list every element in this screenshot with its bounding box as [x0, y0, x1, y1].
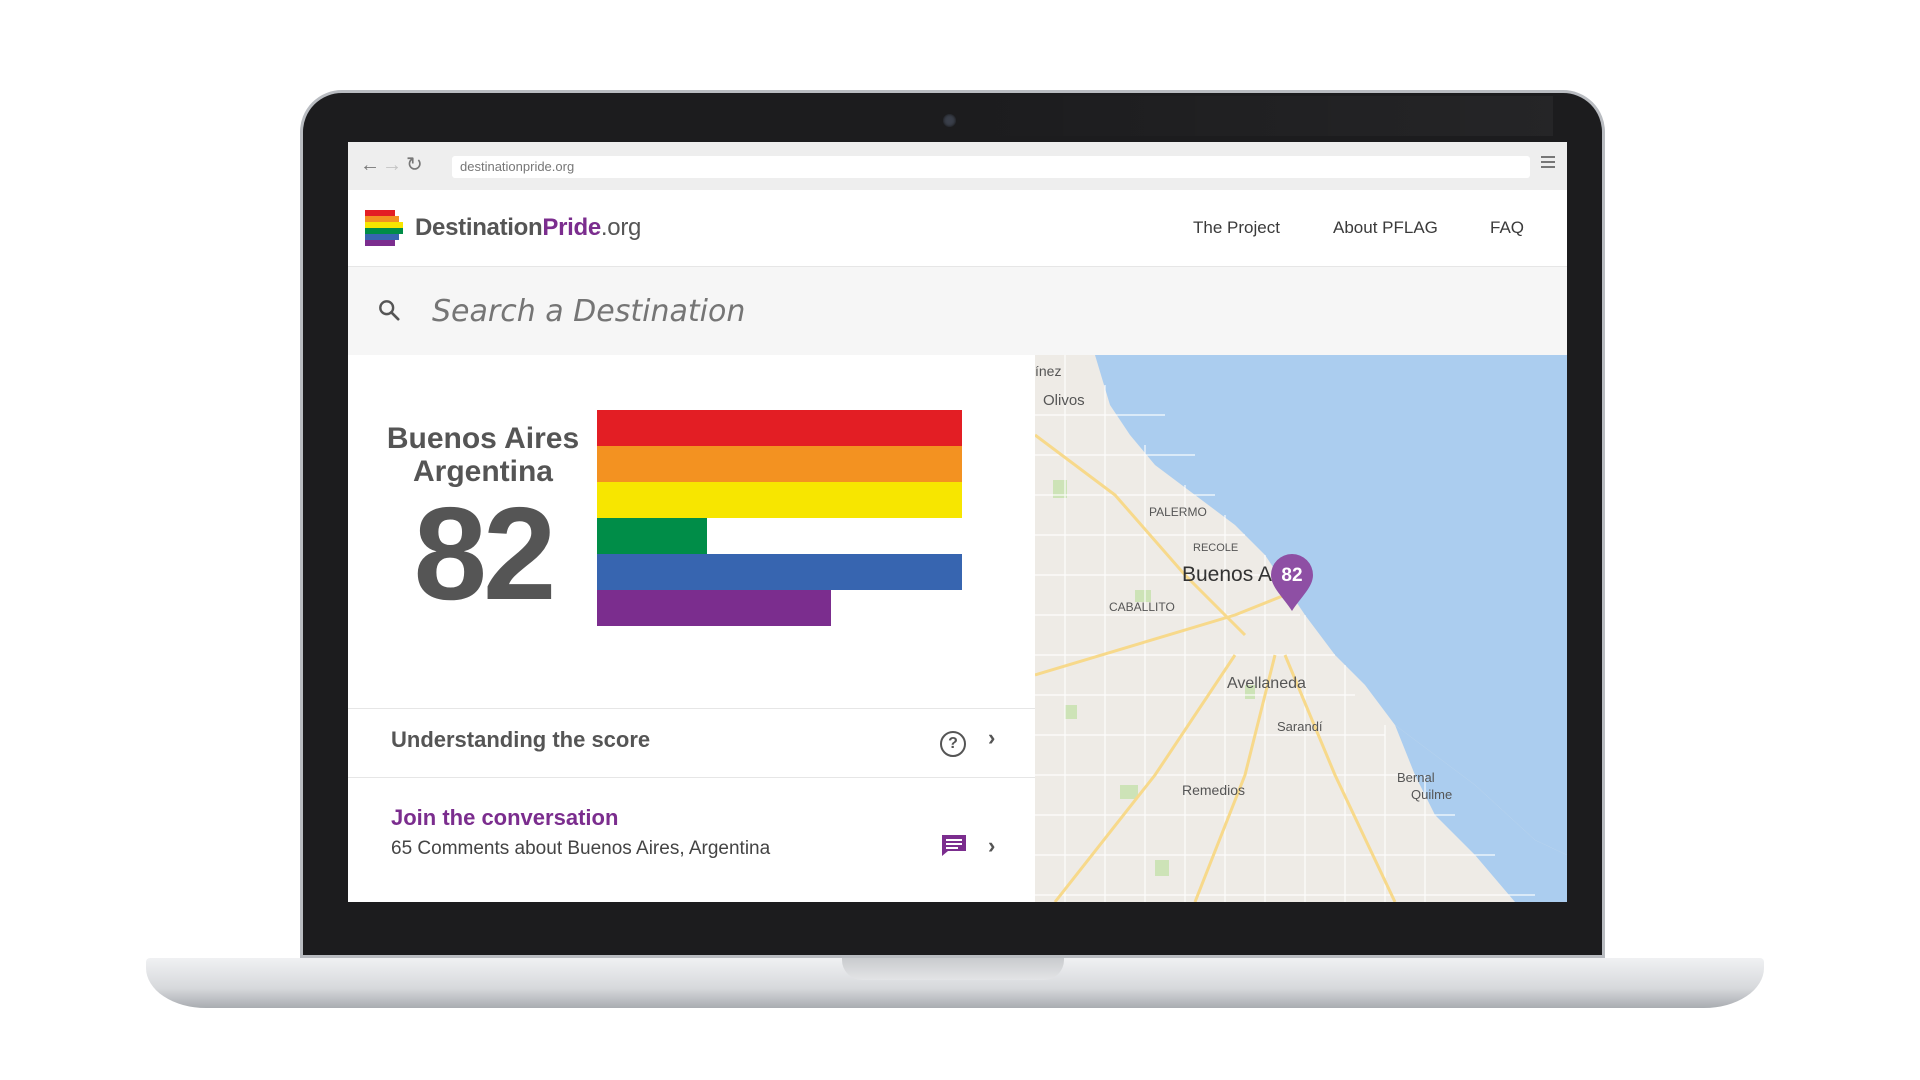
- site-header: DestinationPride.org The Project About P…: [348, 190, 1567, 267]
- destination-city: Buenos Aires: [386, 422, 580, 455]
- divider: [348, 777, 1035, 778]
- map-label-palermo: PALERMO: [1149, 505, 1207, 519]
- logo-main: Destination: [415, 214, 543, 241]
- chat-icon[interactable]: [940, 833, 968, 857]
- destination-panel: Buenos Aires Argentina 82 Understanding …: [348, 355, 1035, 902]
- search-icon: [379, 300, 400, 321]
- browser-chrome: ← → ↻ destinationpride.org: [348, 142, 1567, 191]
- logo-suffix: .org: [600, 214, 642, 241]
- join-conversation-link[interactable]: Join the conversation: [391, 805, 618, 831]
- score-bar-0: [597, 410, 962, 446]
- score-bar-2: [597, 482, 962, 518]
- map-label-olivos: Olivos: [1043, 392, 1085, 409]
- logo-accent: Pride: [542, 214, 601, 241]
- map-label-avellaneda: Avellaneda: [1227, 675, 1306, 692]
- score-bar-1: [597, 446, 962, 482]
- map-label-recoleta: RECOLE: [1193, 542, 1239, 554]
- chevron-right-icon[interactable]: ›: [988, 833, 995, 859]
- lid-glare: [963, 96, 1553, 136]
- nav-the-project[interactable]: The Project: [1193, 218, 1280, 238]
- understanding-score-link[interactable]: Understanding the score: [391, 727, 650, 753]
- map-label-remedios: Remedios: [1182, 782, 1246, 798]
- back-arrow-icon[interactable]: ←: [360, 154, 380, 176]
- reload-icon[interactable]: ↻: [406, 154, 423, 176]
- map-label-caballito: CABALLITO: [1109, 600, 1175, 614]
- laptop-base-notch: [842, 958, 1064, 980]
- score-bar-5: [597, 590, 831, 626]
- map-label-sarandi: Sarandí: [1277, 719, 1323, 734]
- address-bar[interactable]: destinationpride.org: [452, 156, 1530, 178]
- rainbow-logo-icon[interactable]: [365, 210, 403, 246]
- webcam: [943, 114, 956, 127]
- nav-about-pflag[interactable]: About PFLAG: [1333, 218, 1438, 238]
- map-canvas[interactable]: [1035, 355, 1567, 902]
- score-bars: [597, 410, 962, 626]
- map-pin-score: 82: [1281, 565, 1303, 586]
- chevron-right-icon[interactable]: ›: [988, 725, 995, 751]
- map[interactable]: ínez Olivos PALERMO RECOLE Buenos Aires …: [1035, 355, 1567, 902]
- site-logo[interactable]: DestinationPride.org: [415, 214, 641, 242]
- browser-menu-icon[interactable]: [1541, 156, 1555, 171]
- destination-score: 82: [413, 480, 557, 627]
- divider: [348, 708, 1035, 709]
- search-bar[interactable]: Search a Destination: [348, 267, 1567, 356]
- nav-faq[interactable]: FAQ: [1490, 218, 1524, 238]
- score-bar-3: [597, 518, 707, 554]
- map-label-quilmes: Quilme: [1411, 787, 1453, 802]
- forward-arrow-icon[interactable]: →: [382, 154, 402, 176]
- screen: ← → ↻ destinationpride.org DestinationPr…: [348, 142, 1567, 902]
- search-input[interactable]: Search a Destination: [432, 294, 745, 329]
- map-label-bernal: Bernal: [1397, 770, 1435, 785]
- help-icon[interactable]: ?: [940, 731, 966, 757]
- score-bar-4: [597, 554, 962, 590]
- map-label-inez: ínez: [1035, 363, 1062, 379]
- comments-count: 65 Comments about Buenos Aires, Argentin…: [391, 838, 771, 859]
